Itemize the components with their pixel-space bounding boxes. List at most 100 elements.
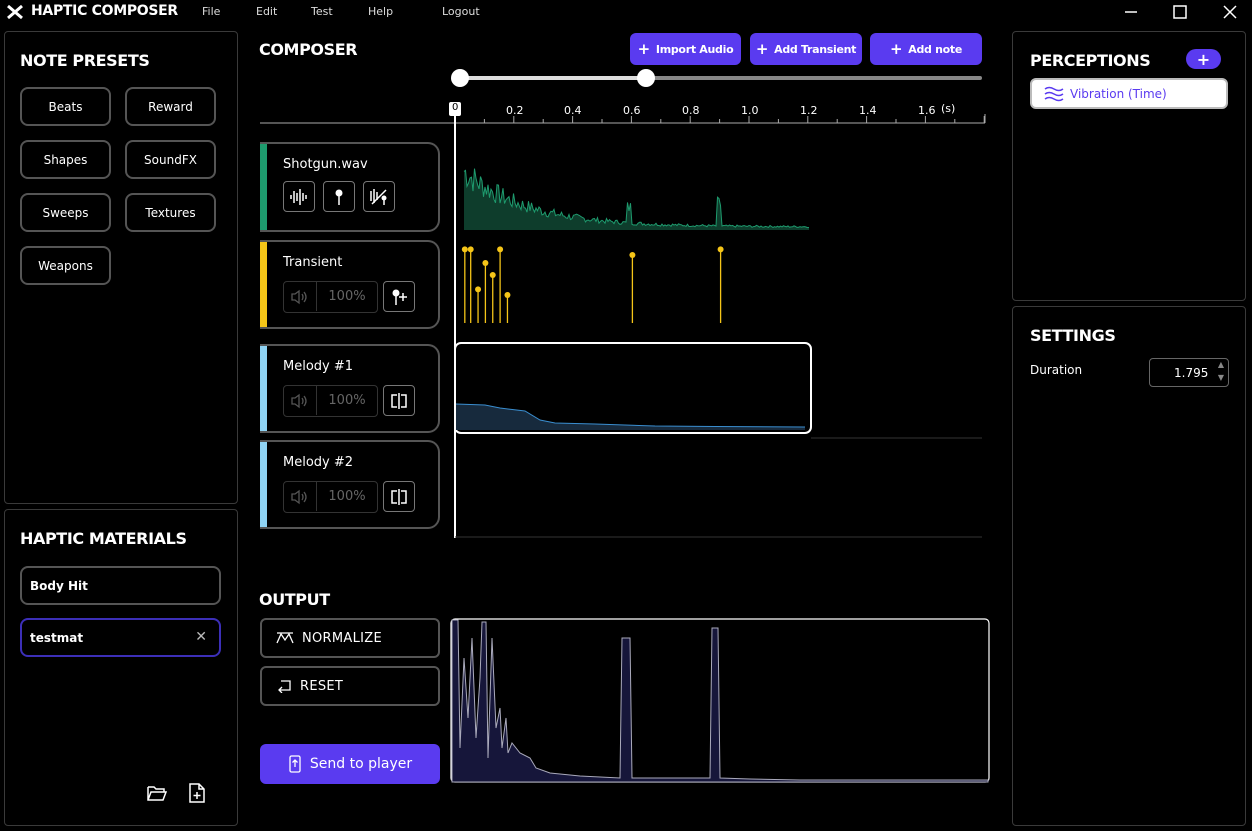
material-item[interactable]: testmat ✕ — [20, 618, 221, 657]
transient-point[interactable] — [504, 292, 511, 298]
menu-help[interactable]: Help — [368, 5, 393, 18]
preset-shapes-button[interactable]: Shapes — [20, 140, 111, 179]
import-audio-button[interactable]: + Import Audio — [630, 33, 741, 65]
track-transient[interactable]: Transient 100% — [260, 240, 440, 329]
send-to-player-label: Send to player — [309, 756, 413, 772]
tick-label: 1.2 — [800, 104, 818, 117]
timeline-ruler[interactable]: 0.2 0.4 0.6 0.8 1.0 1.2 1.4 1.6 (s) — [260, 96, 990, 126]
speaker-icon[interactable] — [284, 482, 317, 511]
audio-waveform — [463, 168, 810, 230]
track-lanes[interactable] — [455, 140, 990, 540]
output-title: OUTPUT — [259, 590, 330, 609]
range-start-handle[interactable] — [451, 69, 469, 87]
perception-label: Vibration (Time) — [1070, 86, 1167, 101]
track-melody-2[interactable]: Melody #2 100% — [260, 440, 440, 529]
preset-sweeps-button[interactable]: Sweeps — [20, 193, 111, 232]
add-transient-label: Add Transient — [774, 42, 857, 56]
preset-reward-button[interactable]: Reward — [125, 87, 216, 126]
maximize-icon[interactable] — [1169, 2, 1191, 22]
material-label: Body Hit — [30, 578, 88, 593]
new-file-icon[interactable] — [187, 782, 207, 804]
transient-point[interactable] — [497, 246, 504, 253]
volume-percent[interactable]: 100% — [317, 386, 377, 415]
composer-title: COMPOSER — [259, 40, 358, 59]
audio-to-transient-button[interactable] — [363, 181, 395, 212]
menu-test[interactable]: Test — [311, 5, 333, 18]
preset-beats-button[interactable]: Beats — [20, 87, 111, 126]
playhead-tick-label: 0 — [452, 102, 459, 113]
reset-icon — [278, 680, 291, 693]
reset-label: RESET — [300, 678, 344, 694]
note-presets-title: NOTE PRESETS — [20, 51, 150, 70]
transient-point[interactable] — [717, 246, 724, 253]
reset-button[interactable]: RESET — [260, 666, 440, 706]
volume-control[interactable]: 100% — [283, 385, 378, 417]
haptic-materials-panel: HAPTIC MATERIALS Body Hit testmat ✕ — [4, 509, 238, 826]
speaker-icon[interactable] — [284, 282, 317, 311]
range-end-handle[interactable] — [637, 69, 655, 87]
preset-soundfx-button[interactable]: SoundFX — [125, 140, 216, 179]
plus-icon: + — [889, 40, 903, 58]
remove-material-icon[interactable]: ✕ — [195, 629, 207, 645]
normalize-icon — [276, 632, 294, 644]
zoom-range-slider[interactable] — [440, 66, 990, 92]
material-item[interactable]: Body Hit — [20, 566, 221, 605]
transient-add-icon — [392, 289, 407, 305]
menu-edit[interactable]: Edit — [256, 5, 277, 18]
split-icon — [391, 392, 407, 409]
send-to-player-button[interactable]: Send to player — [260, 744, 440, 784]
transient-point[interactable] — [475, 286, 482, 293]
increment-icon[interactable]: ▲ — [1218, 360, 1224, 369]
track-name: Transient — [283, 255, 343, 270]
track-name: Shotgun.wav — [283, 157, 368, 172]
transient-point[interactable] — [461, 246, 468, 253]
perception-item-vibration[interactable]: Vibration (Time) — [1030, 78, 1228, 109]
volume-control[interactable]: 100% — [283, 281, 378, 313]
tick-label: 1.6 — [918, 104, 936, 117]
preset-textures-button[interactable]: Textures — [125, 193, 216, 232]
add-note-button[interactable]: + Add note — [870, 33, 982, 65]
transient-point[interactable] — [467, 246, 474, 253]
tick-label: 1.4 — [859, 104, 877, 117]
transient-extract-button[interactable] — [323, 181, 355, 212]
transient-lane[interactable] — [461, 246, 724, 323]
normalize-label: NORMALIZE — [302, 630, 382, 646]
close-icon[interactable] — [1219, 2, 1241, 22]
vibration-wave-icon — [1044, 86, 1064, 101]
add-transient-button[interactable]: + Add Transient — [750, 33, 862, 65]
duration-value: 1.795 — [1174, 365, 1209, 380]
track-melody-1[interactable]: Melody #1 100% — [260, 344, 440, 433]
add-perception-button[interactable]: + — [1186, 49, 1221, 69]
import-audio-label: Import Audio — [655, 42, 734, 56]
waveform-button[interactable] — [283, 181, 315, 212]
split-note-button[interactable] — [383, 385, 415, 416]
duration-input[interactable]: 1.795 ▲ ▼ — [1149, 358, 1229, 387]
playhead-handle[interactable]: 0 — [449, 102, 461, 116]
add-transient-point-button[interactable] — [383, 281, 415, 312]
open-folder-icon[interactable] — [146, 783, 168, 803]
volume-control[interactable]: 100% — [283, 481, 378, 513]
transient-point[interactable] — [489, 272, 496, 278]
menu-file[interactable]: File — [202, 5, 220, 18]
volume-percent[interactable]: 100% — [317, 282, 377, 311]
decrement-icon[interactable]: ▼ — [1218, 373, 1224, 382]
transient-pin-icon — [335, 189, 343, 205]
menu-logout[interactable]: Logout — [442, 5, 480, 18]
normalize-button[interactable]: NORMALIZE — [260, 618, 440, 658]
track-color-bar — [260, 442, 267, 527]
speaker-icon[interactable] — [284, 386, 317, 415]
track-shotgun-wav[interactable]: Shotgun.wav — [260, 142, 440, 232]
split-note-button[interactable] — [383, 481, 415, 512]
volume-percent[interactable]: 100% — [317, 482, 377, 511]
note-presets-panel: NOTE PRESETS Beats Reward Shapes SoundFX… — [4, 31, 238, 504]
split-icon — [391, 488, 407, 505]
tick-label: 0.6 — [623, 104, 641, 117]
preset-weapons-button[interactable]: Weapons — [20, 246, 111, 285]
plus-icon: + — [755, 40, 769, 58]
minimize-icon[interactable] — [1120, 2, 1142, 22]
transient-point[interactable] — [482, 260, 489, 266]
transient-point[interactable] — [629, 252, 636, 258]
tick-label: 0.2 — [506, 104, 524, 117]
title-bar: HAPTIC COMPOSER File Edit Test Help Logo… — [0, 0, 1252, 24]
app-logo-icon — [7, 4, 23, 20]
